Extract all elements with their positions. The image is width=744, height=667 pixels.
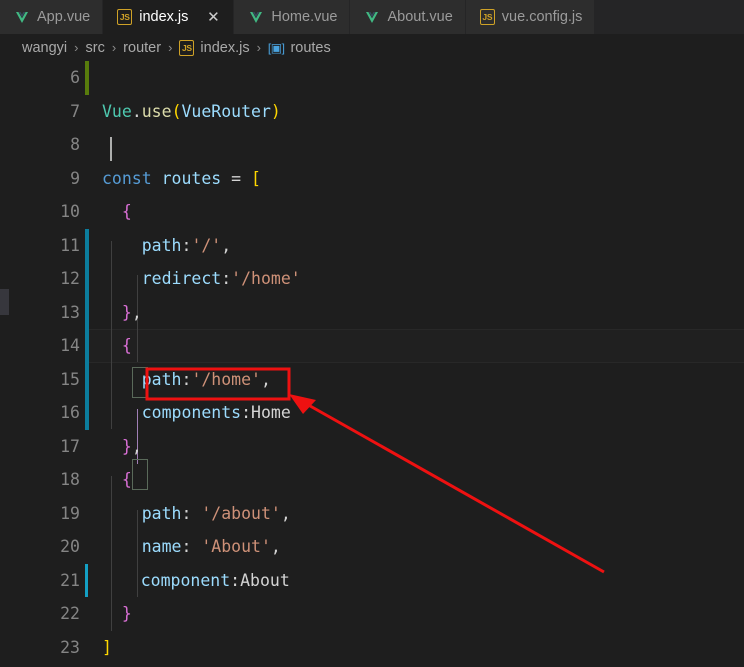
vue-file-icon [364, 9, 380, 25]
editor-tab-bar: App.vue JS index.js ✕ Home.vue About.vue… [0, 0, 744, 34]
line-number: 9 [70, 168, 80, 188]
tab-app-vue[interactable]: App.vue [0, 0, 104, 34]
tab-index-js[interactable]: JS index.js ✕ [103, 0, 235, 34]
line-content: }, [121, 436, 142, 456]
tab-label: App.vue [37, 9, 91, 25]
tab-home-vue[interactable]: Home.vue [234, 0, 351, 34]
vue-file-icon [14, 9, 30, 25]
line-content: } [121, 604, 132, 624]
tab-close-icon[interactable]: ✕ [205, 10, 221, 25]
breadcrumb-item-src[interactable]: src [85, 40, 104, 56]
line-number: 12 [60, 269, 80, 289]
breadcrumb-separator: › [111, 40, 117, 55]
line-number: 8 [70, 135, 80, 155]
vue-file-icon [248, 9, 264, 25]
symbol-variable-icon: [▣] [267, 40, 285, 55]
line-content: path: '/about', [141, 503, 291, 523]
code-line-7[interactable]: 7 Vue.use(VueRouter) [0, 95, 744, 129]
line-number: 16 [60, 403, 80, 423]
line-content: path:'/', [141, 235, 232, 255]
js-file-icon: JS [479, 9, 495, 25]
js-file-icon: JS [179, 39, 195, 56]
line-number: 13 [60, 302, 80, 322]
breadcrumb: wangyi › src › router › JS index.js › [▣… [0, 34, 744, 61]
breadcrumb-label: src [85, 39, 105, 56]
breadcrumb-label: router [123, 39, 162, 56]
line-number: 19 [60, 503, 80, 523]
code-editor[interactable]: 6 7 Vue.use(VueRouter) 8 9 const routes … [0, 61, 744, 667]
line-content: { [121, 336, 132, 356]
tab-label: About.vue [387, 9, 453, 25]
breadcrumb-item-routes[interactable]: [▣] routes [268, 40, 331, 56]
gutter-change-marker-added [85, 61, 89, 95]
breadcrumb-separator: › [74, 40, 79, 55]
js-file-icon: JS [117, 9, 133, 25]
tab-label: index.js [139, 9, 189, 25]
code-line-23[interactable]: 23 ] [0, 631, 744, 665]
line-content: Vue.use(VueRouter) [102, 101, 281, 121]
line-content: ] [102, 637, 112, 657]
line-content: { [121, 470, 132, 490]
code-line-9[interactable]: 9 const routes = [ [0, 162, 744, 196]
line-number: 6 [70, 68, 80, 88]
line-number: 22 [60, 604, 80, 624]
breadcrumb-item-wangyi[interactable]: wangyi [22, 40, 67, 56]
breadcrumb-item-index-js[interactable]: JS index.js [179, 39, 250, 56]
line-number: 17 [60, 436, 80, 456]
line-content: components:Home [141, 403, 291, 423]
tab-vue-config-js[interactable]: JS vue.config.js [465, 0, 596, 34]
line-number: 15 [60, 369, 80, 389]
code-line-10[interactable]: 10 { [0, 195, 744, 229]
line-content: component:About [140, 570, 290, 590]
line-number: 20 [60, 537, 80, 557]
breadcrumb-separator: › [256, 40, 261, 55]
line-number: 18 [60, 470, 80, 490]
breadcrumb-separator: › [168, 40, 173, 55]
line-content: redirect:'/home' [141, 269, 301, 289]
line-content: path:'/home', [141, 369, 271, 389]
gutter-change-marker [85, 128, 89, 162]
text-cursor [110, 137, 112, 161]
line-content: }, [121, 302, 142, 322]
tab-label: vue.config.js [501, 9, 583, 25]
vscode-window: App.vue JS index.js ✕ Home.vue About.vue… [0, 0, 744, 667]
line-content: { [121, 202, 132, 222]
line-content: name: 'About', [141, 537, 281, 557]
breadcrumb-label: index.js [200, 39, 250, 56]
code-line-17[interactable]: 17 }, [0, 430, 744, 464]
line-number: 11 [60, 235, 80, 255]
breadcrumb-item-router[interactable]: router [123, 40, 161, 56]
line-number: 23 [60, 637, 80, 657]
breadcrumb-label: routes [290, 39, 331, 56]
breadcrumb-label: wangyi [22, 39, 68, 56]
line-number: 21 [60, 570, 80, 590]
code-line-6[interactable]: 6 [0, 61, 744, 95]
line-number: 14 [60, 336, 80, 356]
line-number: 7 [70, 101, 80, 121]
tab-about-vue[interactable]: About.vue [350, 0, 466, 34]
tab-label: Home.vue [271, 9, 338, 25]
line-number: 10 [60, 202, 80, 222]
line-content: const routes = [ [102, 168, 261, 188]
